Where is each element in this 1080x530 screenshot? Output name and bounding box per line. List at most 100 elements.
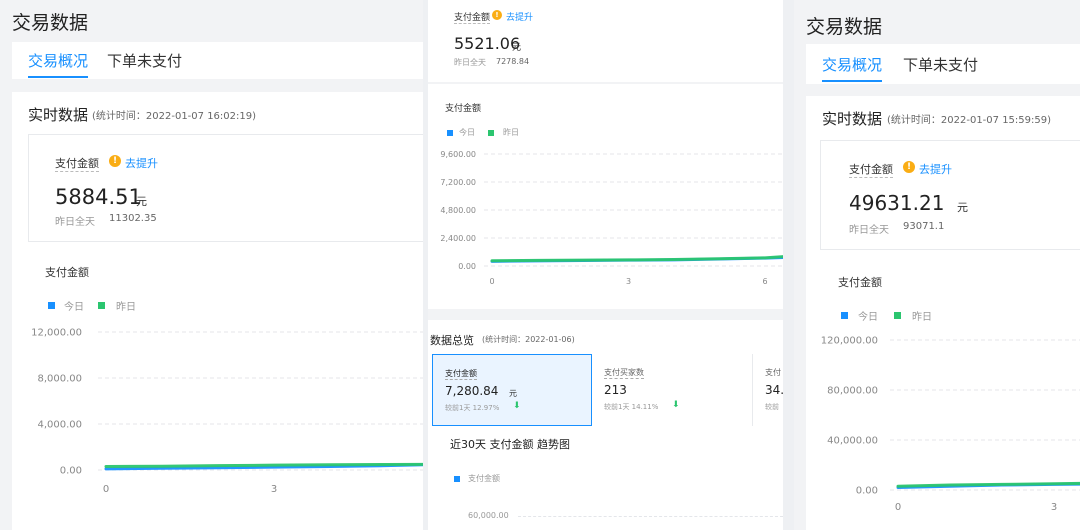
overview-tile-buyers[interactable]: 支付买家数 213 较前1天 14.11% ⬇: [592, 354, 752, 426]
yesterday-value: 11302.35: [109, 213, 157, 224]
line-chart: 12,000.00 8,000.00 4,000.00 0.00 0 3: [31, 328, 423, 495]
overview-card: 数据总览 (统计时间：2022-01-06) 支付金额 7,280.84 元 较…: [428, 320, 783, 530]
tile-label: 支付买家数: [604, 368, 644, 379]
chart-card: 支付金额 今日 昨日 9,600.00 7,200.00 4,800.00 2,400…: [428, 84, 783, 309]
chart-title: 支付金额: [838, 276, 882, 289]
metric-card-top: 支付金额 ! 去提升 5521.06 元 昨日全天 7278.84: [428, 0, 783, 82]
x-tick-label: 3: [271, 484, 277, 495]
warning-icon: !: [903, 161, 915, 173]
page-title: 交易数据: [806, 16, 883, 38]
arrow-down-icon: ⬇: [513, 401, 521, 411]
legend-yesterday-label[interactable]: 昨日: [912, 308, 932, 323]
legend-today-label[interactable]: 今日: [459, 127, 475, 138]
overview-tile-pay-amount[interactable]: 支付金额 7,280.84 元 较前1天 12.97% ⬇: [432, 354, 592, 426]
metric-label: 支付金额: [55, 157, 99, 172]
tabs-bar: 交易概况 下单未支付: [12, 42, 423, 79]
series-line-yesterday: [104, 462, 423, 469]
yesterday-label: 昨日全天: [454, 58, 486, 67]
overview-tile-partial[interactable]: 支付 34. 较前: [752, 354, 783, 426]
realtime-timestamp: (统计时间：2022-01-07 16:02:19): [92, 111, 257, 122]
y-tick-label: 0.00: [458, 262, 476, 271]
overview-timestamp: (统计时间：2022-01-06): [482, 335, 575, 344]
y-tick-label: 80,000.00: [827, 386, 878, 397]
y-tick-label: 12,000.00: [31, 328, 82, 339]
tile-value: 7,280.84: [445, 384, 499, 398]
chart-title: 支付金额: [445, 104, 482, 114]
metric-label: 支付金额: [849, 163, 893, 178]
yesterday-value: 7278.84: [496, 57, 530, 66]
trend-legend-label[interactable]: 支付金额: [468, 473, 500, 484]
left-panel: 交易数据 交易概况 下单未支付 实时数据 (统计时间：2022-01-07 16…: [0, 0, 423, 530]
legend-yesterday-swatch: [488, 130, 494, 136]
tile-label: 支付: [765, 368, 781, 377]
realtime-card: 实时数据 (统计时间：2022-01-07 15:59:59) 支付金额 ! 去…: [806, 96, 1080, 530]
x-tick-label: 0: [895, 502, 901, 513]
middle-panel: 支付金额 ! 去提升 5521.06 元 昨日全天 7278.84 支付金额 今…: [428, 0, 783, 530]
warning-icon: !: [492, 10, 502, 20]
tab-overview[interactable]: 交易概况: [822, 54, 883, 82]
tile-value: 34.: [765, 383, 783, 397]
y-tick-label: 4,000.00: [37, 420, 82, 431]
legend-today-label[interactable]: 今日: [858, 308, 878, 323]
legend-today-swatch: [447, 130, 453, 136]
y-tick-label: 8,000.00: [37, 374, 82, 385]
realtime-title: 实时数据: [28, 106, 89, 124]
yesterday-value: 93071.1: [903, 221, 945, 232]
tab-unpaid[interactable]: 下单未支付: [107, 50, 182, 71]
trend-legend-swatch: [454, 476, 460, 482]
metric-unit: 元: [136, 195, 147, 208]
metric-value: 5521.06: [454, 34, 521, 53]
tile-compare: 较前1天 12.97%: [445, 404, 500, 412]
x-tick-label: 3: [1051, 502, 1057, 513]
line-chart: 120,000.00 80,000.00 40,000.00 0.00 0 3: [821, 336, 1080, 513]
y-tick-label: 0.00: [856, 486, 878, 497]
tab-overview[interactable]: 交易概况: [28, 50, 89, 78]
y-tick-label: 4,800.00: [440, 206, 476, 215]
metric-value: 5884.51: [55, 185, 142, 209]
x-tick-label: 0: [489, 277, 494, 286]
tile-unit: 元: [509, 389, 517, 398]
x-tick-label: 6: [762, 277, 767, 286]
right-panel: 交易数据 交易概况 下单未支付 实时数据 (统计时间：2022-01-07 15…: [794, 0, 1080, 530]
yesterday-label: 昨日全天: [849, 225, 889, 236]
realtime-card: 实时数据 (统计时间：2022-01-07 16:02:19) 支付金额 ! 去…: [12, 92, 423, 530]
trend-gridline: [518, 516, 783, 517]
metric-box: 支付金额 ! 去提升 5884.51 元 昨日全天 11302.35: [28, 134, 423, 242]
y-tick-label: 9,600.00: [440, 150, 476, 159]
metric-label: 支付金额: [454, 10, 491, 24]
y-tick-label: 2,400.00: [440, 234, 476, 243]
x-tick-label: 3: [626, 277, 631, 286]
legend-today-label[interactable]: 今日: [64, 298, 84, 313]
tile-compare: 较前1天 14.11%: [604, 403, 659, 411]
improve-link[interactable]: 去提升: [919, 161, 952, 177]
tile-value: 213: [604, 383, 627, 397]
legend-today-swatch: [48, 302, 55, 309]
legend-yesterday-label[interactable]: 昨日: [116, 298, 136, 313]
y-tick-label: 120,000.00: [821, 336, 878, 347]
realtime-title: 实时数据: [822, 110, 883, 128]
page-title: 交易数据: [12, 12, 89, 34]
y-tick-label: 0.00: [60, 466, 82, 477]
x-tick-label: 0: [103, 484, 109, 495]
y-tick-label: 40,000.00: [827, 436, 878, 447]
arrow-down-icon: ⬇: [672, 400, 680, 410]
legend-yesterday-label[interactable]: 昨日: [503, 127, 519, 138]
warning-icon: !: [109, 155, 121, 167]
realtime-timestamp: (统计时间：2022-01-07 15:59:59): [887, 115, 1052, 126]
tile-compare: 较前: [765, 403, 779, 411]
tab-unpaid[interactable]: 下单未支付: [903, 54, 978, 75]
metric-unit: 元: [957, 201, 968, 214]
tabs-bar: 交易概况 下单未支付: [806, 44, 1080, 84]
legend-today-swatch: [841, 312, 848, 319]
metric-unit: 元: [512, 43, 522, 53]
trend-ytick: 60,000.00: [468, 511, 509, 520]
improve-link[interactable]: 去提升: [506, 10, 533, 23]
metric-box: 支付金额 ! 去提升 49631.21 元 昨日全天 93071.1: [820, 140, 1080, 250]
overview-title: 数据总览: [430, 334, 474, 347]
legend-yesterday-swatch: [98, 302, 105, 309]
y-tick-label: 7,200.00: [440, 178, 476, 187]
tile-label: 支付金额: [445, 369, 477, 380]
line-chart: 9,600.00 7,200.00 4,800.00 2,400.00 0.00 0 3 6: [440, 150, 783, 286]
chart-title: 支付金额: [45, 266, 89, 279]
improve-link[interactable]: 去提升: [125, 155, 158, 171]
